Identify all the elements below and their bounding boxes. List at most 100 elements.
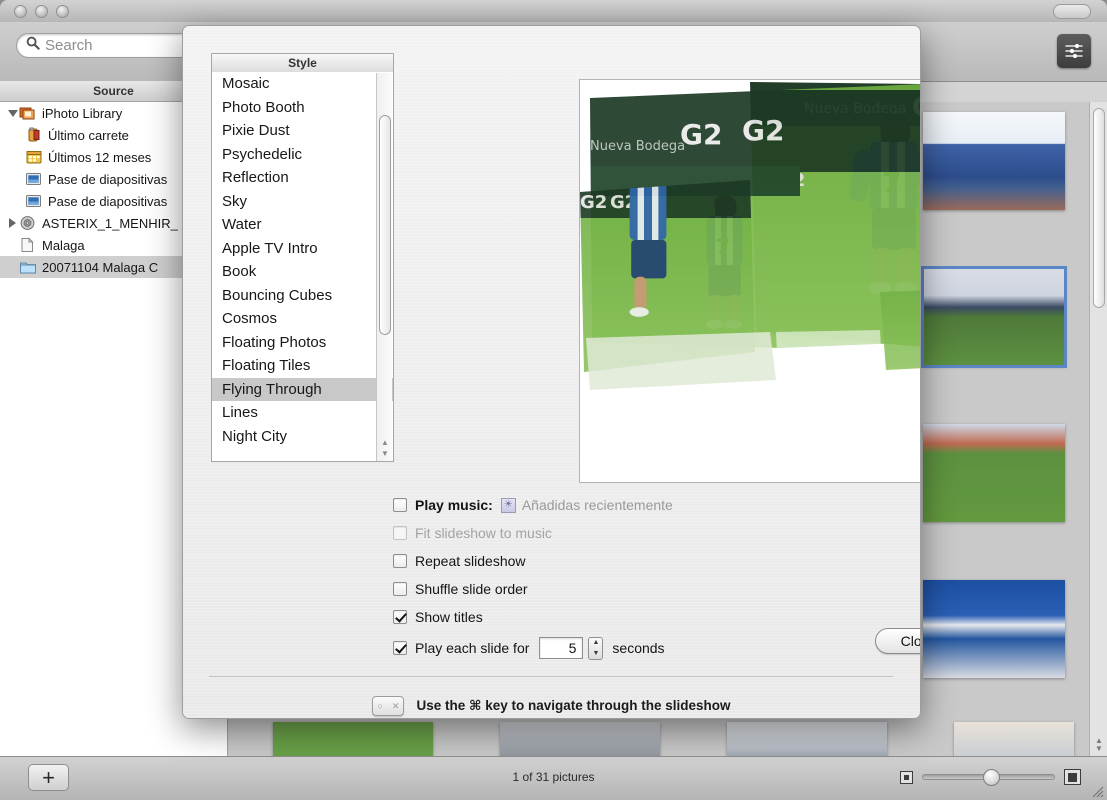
sidebar-item-label: Último carrete <box>48 127 129 143</box>
disclosure-triangle-right-icon[interactable] <box>6 218 19 228</box>
photo-grid-scrollbar[interactable]: ▲ ▼ <box>1089 102 1107 757</box>
photo-thumbnail[interactable] <box>921 266 1067 368</box>
style-item-label: Sky <box>222 192 248 210</box>
scroll-up-arrow-icon[interactable]: ▲ <box>379 438 391 447</box>
slideshow-settings-dialog: Style Mosaic Photo Booth Pixie Dust Psyc… <box>182 25 921 719</box>
play-each-slide-checkbox[interactable] <box>393 641 407 655</box>
style-item-night-city[interactable]: Night City <box>212 425 393 449</box>
photo-thumbnail[interactable] <box>923 112 1065 210</box>
command-key-icon: ○ ✕ <box>372 696 405 716</box>
option-row-play-music[interactable]: Play music: ☀ Añadidas recientemente <box>393 491 920 519</box>
search-icon <box>26 36 40 55</box>
slide-duration-input[interactable]: 5 <box>539 637 584 659</box>
film-roll-icon <box>25 127 43 143</box>
disclosure-triangle-down-icon[interactable] <box>6 109 19 117</box>
option-row-fit-slideshow-to-music: Fit slideshow to music <box>393 519 920 547</box>
style-item-floating-photos[interactable]: Floating Photos <box>212 331 393 355</box>
style-item-water[interactable]: Water <box>212 213 393 237</box>
style-item-psychedelic[interactable]: Psychedelic <box>212 143 393 167</box>
slide-duration-stepper[interactable]: ▲ ▼ <box>588 636 604 660</box>
style-item-reflection[interactable]: Reflection <box>212 166 393 190</box>
photo-thumbnail[interactable] <box>500 722 660 757</box>
style-item-bouncing-cubes[interactable]: Bouncing Cubes <box>212 284 393 308</box>
style-item-pixie-dust[interactable]: Pixie Dust <box>212 119 393 143</box>
close-window-button[interactable] <box>14 5 27 18</box>
style-item-cosmos[interactable]: Cosmos <box>212 307 393 331</box>
scrollbar-arrows[interactable]: ▲ ▼ <box>1093 737 1105 753</box>
svg-text:G2: G2 <box>580 192 607 213</box>
show-titles-label: Show titles <box>415 609 483 625</box>
play-music-label: Play music: <box>415 497 493 513</box>
style-item-label: Lines <box>222 404 258 422</box>
option-row-shuffle-slide-order[interactable]: Shuffle slide order <box>393 575 920 603</box>
large-photo-icon[interactable] <box>1064 769 1081 785</box>
style-item-label: Apple TV Intro <box>222 239 318 257</box>
style-item-label: Book <box>222 263 257 281</box>
style-item-label: Floating Tiles <box>222 357 311 375</box>
disc-icon <box>19 215 37 231</box>
photo-thumbnail[interactable] <box>954 722 1074 757</box>
folder-icon <box>19 259 37 275</box>
sidebar-item-label: 20071104 Malaga C <box>42 259 159 275</box>
style-list-scrollbar[interactable]: ▲ ▼ <box>376 73 392 461</box>
search-placeholder: Search <box>45 37 93 54</box>
stepper-down-arrow-icon[interactable]: ▼ <box>592 650 599 657</box>
repeat-slideshow-checkbox[interactable] <box>393 554 407 568</box>
shuffle-slide-order-label: Shuffle slide order <box>415 581 528 597</box>
style-item-sky[interactable]: Sky <box>212 190 393 214</box>
small-photo-icon[interactable] <box>900 770 913 784</box>
style-item-flying-through[interactable]: Flying Through <box>212 377 393 401</box>
style-item-label: Flying Through <box>222 380 322 398</box>
zoom-window-button[interactable] <box>56 5 69 18</box>
style-item-label: Bouncing Cubes <box>222 286 333 304</box>
style-item-label: Mosaic <box>222 75 270 93</box>
fit-slideshow-to-music-checkbox <box>393 526 407 540</box>
play-music-checkbox[interactable] <box>393 498 407 512</box>
document-icon <box>19 237 37 253</box>
slideshow-options: Play music: ☀ Añadidas recientemente Fit… <box>393 491 920 665</box>
calendar-icon <box>25 149 43 165</box>
sidebar-item-label: iPhoto Library <box>42 105 123 121</box>
style-item-book[interactable]: Book <box>212 260 393 284</box>
style-item-label: Pixie Dust <box>222 122 290 140</box>
thumbnail-size-slider[interactable] <box>922 769 1055 786</box>
style-item-label: Night City <box>222 427 288 445</box>
style-column-header: Style <box>211 53 394 73</box>
option-row-repeat-slideshow[interactable]: Repeat slideshow <box>393 547 920 575</box>
scrollbar-thumb[interactable] <box>1093 108 1105 308</box>
scroll-down-arrow-icon[interactable]: ▼ <box>379 449 391 458</box>
slider-thumb[interactable] <box>983 769 1000 786</box>
window-resize-handle[interactable] <box>1089 783 1104 798</box>
stepper-up-arrow-icon[interactable]: ▲ <box>592 639 599 646</box>
style-item-mosaic[interactable]: Mosaic <box>212 72 393 96</box>
shuffle-slide-order-checkbox[interactable] <box>393 582 407 596</box>
keyboard-hint: ○ ✕ Use the ⌘ key to navigate through the… <box>183 696 920 716</box>
svg-text:Nueva Bodega: Nueva Bodega <box>590 139 685 154</box>
thumbnail-size-control[interactable] <box>900 769 1081 786</box>
option-row-show-titles[interactable]: Show titles <box>393 603 920 631</box>
minimize-window-button[interactable] <box>35 5 48 18</box>
style-item-label: Floating Photos <box>222 333 327 351</box>
style-item-floating-tiles[interactable]: Floating Tiles <box>212 354 393 378</box>
style-item-lines[interactable]: Lines <box>212 401 393 425</box>
photo-thumbnail[interactable] <box>273 722 433 757</box>
dialog-divider <box>209 676 893 677</box>
music-note-icon: ☀ <box>500 497 516 513</box>
show-titles-checkbox[interactable] <box>393 610 407 624</box>
photo-thumbnail[interactable] <box>923 424 1065 522</box>
option-row-slide-duration[interactable]: Play each slide for 5 ▲ ▼ seconds <box>393 631 920 665</box>
svg-text:G2: G2 <box>742 114 784 147</box>
style-item-apple-tv-intro[interactable]: Apple TV Intro <box>212 237 393 261</box>
photo-thumbnail[interactable] <box>923 580 1065 678</box>
seconds-unit-label: seconds <box>612 640 665 656</box>
style-item-photo-booth[interactable]: Photo Booth <box>212 96 393 120</box>
adjust-sliders-icon[interactable] <box>1057 34 1091 68</box>
photo-thumbnail[interactable] <box>727 722 887 757</box>
close-button[interactable]: Close <box>875 628 920 654</box>
toolbar-toggle-button[interactable] <box>1053 4 1091 19</box>
sidebar-item-label: Últimos 12 meses <box>48 149 152 165</box>
style-item-label: Water <box>222 216 262 234</box>
style-list[interactable]: Mosaic Photo Booth Pixie Dust Psychedeli… <box>211 72 394 462</box>
svg-text:G2: G2 <box>680 118 722 151</box>
scrollbar-thumb[interactable] <box>379 115 391 335</box>
